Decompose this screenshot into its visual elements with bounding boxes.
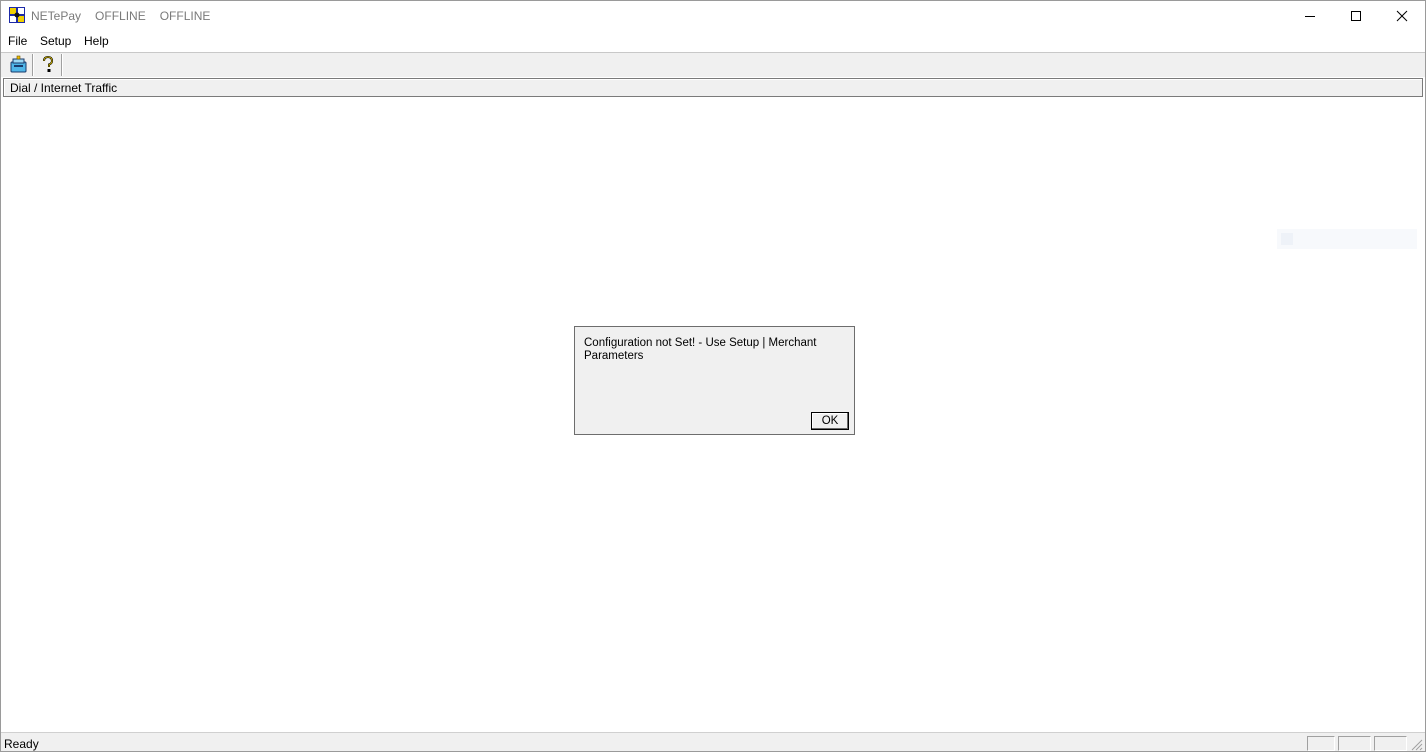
toolbar xyxy=(1,52,1425,77)
window-title: NETePay OFFLINE OFFLINE xyxy=(31,9,224,23)
title-status-2: OFFLINE xyxy=(159,9,211,23)
dialog-message: Configuration not Set! - Use Setup | Mer… xyxy=(584,337,817,362)
menu-file[interactable]: File xyxy=(8,34,27,48)
status-pane xyxy=(1307,736,1335,751)
toolbar-help-button[interactable] xyxy=(37,55,59,75)
config-alert-dialog: Configuration not Set! - Use Setup | Mer… xyxy=(574,326,855,435)
menu-help[interactable]: Help xyxy=(84,34,109,48)
status-bar: Ready xyxy=(1,732,1425,751)
toolbar-separator xyxy=(61,54,63,76)
ok-button[interactable]: OK xyxy=(811,412,849,430)
maximize-icon xyxy=(1351,11,1361,21)
menu-setup[interactable]: Setup xyxy=(40,34,71,48)
ghost-window-icon xyxy=(1281,233,1293,245)
minimize-button[interactable] xyxy=(1287,1,1333,31)
connect-icon xyxy=(10,55,27,73)
app-name: NETePay xyxy=(31,9,82,23)
status-pane xyxy=(1338,736,1371,751)
maximize-button[interactable] xyxy=(1333,1,1379,31)
toolbar-separator xyxy=(32,54,34,76)
app-window: NETePay OFFLINE OFFLINE File Setup Help xyxy=(0,0,1426,752)
help-icon xyxy=(43,55,54,72)
status-text: Ready xyxy=(4,737,39,751)
app-logo-icon xyxy=(9,7,25,23)
status-pane xyxy=(1374,736,1407,751)
title-status-1: OFFLINE xyxy=(95,9,146,23)
toolbar-connect-button[interactable] xyxy=(8,55,30,75)
background-ghost xyxy=(1277,229,1417,249)
menu-bar: File Setup Help xyxy=(1,31,1425,51)
minimize-icon xyxy=(1305,16,1315,17)
resize-grip-icon[interactable] xyxy=(1409,737,1423,751)
close-icon xyxy=(1396,10,1408,22)
title-bar[interactable]: NETePay OFFLINE OFFLINE xyxy=(1,1,1425,31)
traffic-panel-header: Dial / Internet Traffic xyxy=(3,78,1423,97)
close-button[interactable] xyxy=(1379,1,1425,31)
traffic-panel-title: Dial / Internet Traffic xyxy=(10,81,118,95)
